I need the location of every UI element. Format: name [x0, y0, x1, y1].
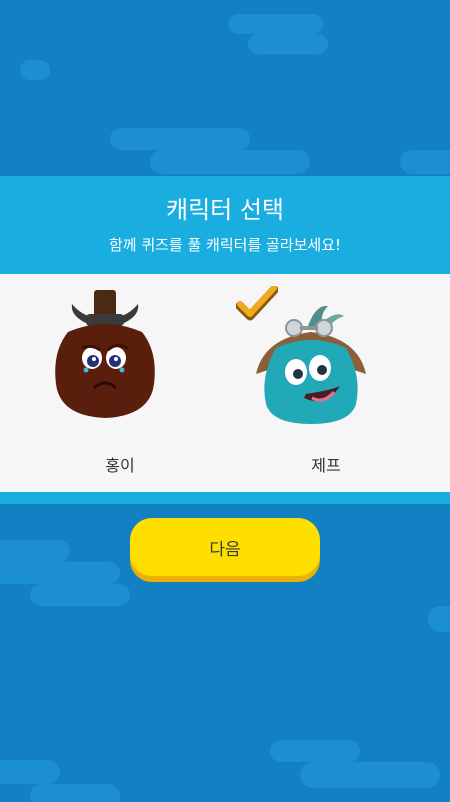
page-title: 캐릭터 선택 — [165, 196, 285, 224]
page-subtitle: 함께 퀴즈를 풀 캐릭터를 골라보세요! — [108, 236, 342, 254]
panel-divider — [0, 492, 450, 504]
character-panel: 홍이 제프 — [0, 274, 450, 492]
hongi-character-image — [55, 290, 155, 418]
next-button[interactable]: 다음 — [130, 518, 320, 576]
next-button-label: 다음 — [209, 539, 241, 560]
header: 캐릭터 선택 함께 퀴즈를 풀 캐릭터를 골라보세요! — [0, 176, 450, 274]
character-card-jeff[interactable]: 제프 — [226, 274, 426, 492]
character-name-jeff: 제프 — [311, 456, 341, 475]
character-name-hongi: 홍이 — [105, 456, 135, 475]
character-card-hongi[interactable]: 홍이 — [20, 274, 220, 492]
selected-check-icon — [236, 286, 278, 321]
